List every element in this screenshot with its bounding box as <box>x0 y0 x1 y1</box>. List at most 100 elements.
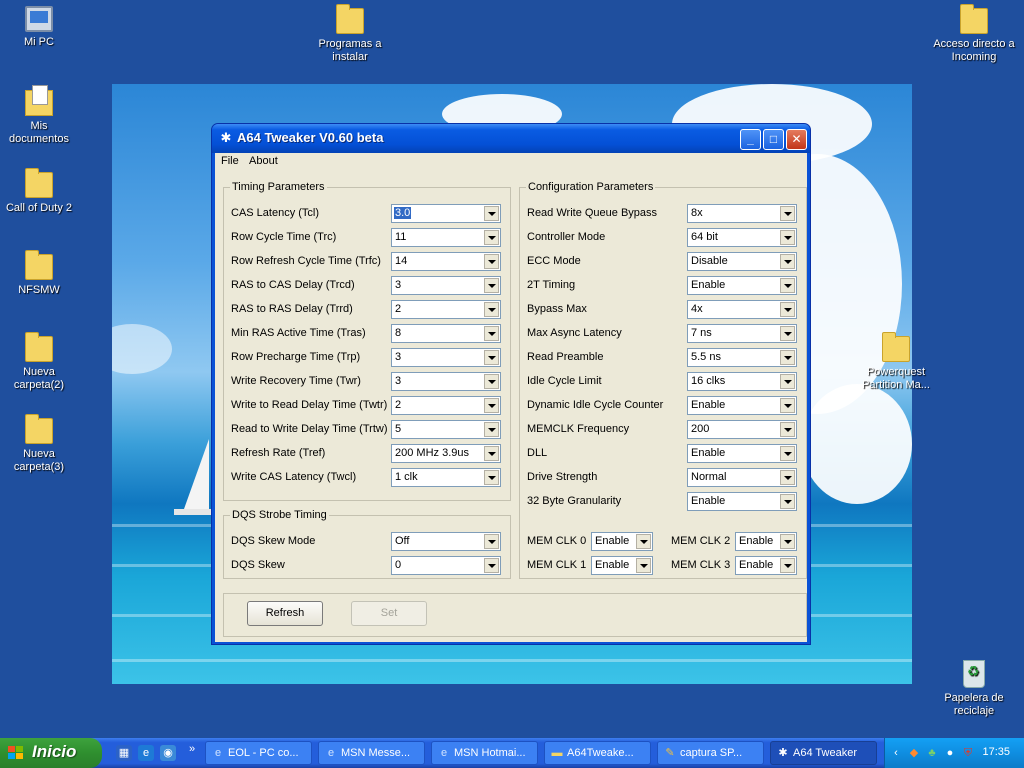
close-button[interactable]: ✕ <box>786 129 807 150</box>
tray-panda-icon[interactable]: ● <box>943 746 957 760</box>
timing-param-dropdown[interactable]: 8 <box>391 324 501 343</box>
chevron-down-icon[interactable] <box>484 422 499 437</box>
chevron-down-icon[interactable] <box>780 254 795 269</box>
chevron-down-icon[interactable] <box>780 534 795 549</box>
chevron-down-icon[interactable] <box>484 470 499 485</box>
config-param-dropdown[interactable]: 200 <box>687 420 797 439</box>
desktop-icon-nueva-carpeta-3[interactable]: Nueva carpeta(3) <box>0 414 79 474</box>
config-param-dropdown[interactable]: 64 bit <box>687 228 797 247</box>
timing-param-dropdown[interactable]: 3 <box>391 372 501 391</box>
config-param-label: Controller Mode <box>527 231 606 243</box>
chevron-down-icon[interactable] <box>484 302 499 317</box>
memclk-dropdown[interactable]: Enable <box>591 532 653 551</box>
timing-param-dropdown[interactable]: 200 MHz 3.9us <box>391 444 501 463</box>
chevron-down-icon[interactable] <box>484 558 499 573</box>
config-param-dropdown[interactable]: Enable <box>687 492 797 511</box>
config-param-dropdown[interactable]: Normal <box>687 468 797 487</box>
config-param-dropdown[interactable]: 7 ns <box>687 324 797 343</box>
timing-param-dropdown[interactable]: 14 <box>391 252 501 271</box>
chevron-down-icon[interactable] <box>780 422 795 437</box>
dqs-param-dropdown[interactable]: 0 <box>391 556 501 575</box>
show-desktop-icon[interactable]: ▦ <box>116 745 132 761</box>
chevron-down-icon[interactable] <box>484 398 499 413</box>
config-param-dropdown[interactable]: 8x <box>687 204 797 223</box>
timing-param-dropdown[interactable]: 2 <box>391 300 501 319</box>
timing-param-dropdown[interactable]: 5 <box>391 420 501 439</box>
desktop-icon-powerquest[interactable]: Powerquest Partition Ma... <box>854 332 938 392</box>
chevron-down-icon[interactable] <box>780 326 795 341</box>
timing-param-dropdown[interactable]: 11 <box>391 228 501 247</box>
timing-param-dropdown[interactable]: 2 <box>391 396 501 415</box>
tray-expand-icon[interactable]: ‹ <box>889 746 903 760</box>
chevron-down-icon[interactable] <box>780 446 795 461</box>
maximize-button[interactable]: □ <box>763 129 784 150</box>
minimize-button[interactable]: _ <box>740 129 761 150</box>
chevron-down-icon[interactable] <box>484 350 499 365</box>
taskbar-item[interactable]: e MSN Hotmai... <box>431 741 538 765</box>
tray-network-icon[interactable]: ♣ <box>925 746 939 760</box>
menu-file[interactable]: File <box>221 155 239 167</box>
desktop-icon-programas-a-instalar[interactable]: Programas a instalar <box>310 4 390 64</box>
quicklaunch-more-icon[interactable]: » <box>184 741 200 757</box>
config-param-dropdown[interactable]: 4x <box>687 300 797 319</box>
chevron-down-icon[interactable] <box>484 374 499 389</box>
set-button[interactable]: Set <box>351 601 427 626</box>
timing-param-dropdown[interactable]: 3 <box>391 348 501 367</box>
taskbar-item[interactable]: e MSN Messe... <box>318 741 425 765</box>
config-param-dropdown[interactable]: Enable <box>687 396 797 415</box>
window-titlebar[interactable]: ✱ A64 Tweaker V0.60 beta _ □ ✕ <box>212 124 810 153</box>
taskbar: Inicio ▦ e ◉ » e EOL - PC co... e MSN Me… <box>0 738 1024 768</box>
timing-param-dropdown[interactable]: 1 clk <box>391 468 501 487</box>
desktop-icon-nfsmw[interactable]: NFSMW <box>0 250 79 297</box>
memclk-dropdown[interactable]: Enable <box>591 556 653 575</box>
taskbar-item[interactable]: ▬ A64Tweake... <box>544 741 651 765</box>
chevron-down-icon[interactable] <box>484 446 499 461</box>
config-param-dropdown[interactable]: 16 clks <box>687 372 797 391</box>
chevron-down-icon[interactable] <box>780 470 795 485</box>
taskbar-item[interactable]: ✎ captura SP... <box>657 741 764 765</box>
desktop-icon-mi-pc[interactable]: Mi PC <box>0 6 79 49</box>
config-param-dropdown[interactable]: Enable <box>687 276 797 295</box>
memclk-dropdown[interactable]: Enable <box>735 532 797 551</box>
desktop-icon-acceso-directo-incoming[interactable]: Acceso directo a Incoming <box>932 4 1016 64</box>
chevron-down-icon[interactable] <box>780 230 795 245</box>
timing-param-dropdown[interactable]: 3 <box>391 276 501 295</box>
desktop-icon-call-of-duty-2[interactable]: Call of Duty 2 <box>0 168 79 215</box>
media-icon[interactable]: ◉ <box>160 745 176 761</box>
memclk-dropdown[interactable]: Enable <box>735 556 797 575</box>
chevron-down-icon[interactable] <box>780 398 795 413</box>
desktop-icon-papelera[interactable]: Papelera de reciclaje <box>934 660 1014 718</box>
config-param-dropdown[interactable]: Enable <box>687 444 797 463</box>
chevron-down-icon[interactable] <box>484 254 499 269</box>
chevron-down-icon[interactable] <box>484 206 499 221</box>
chevron-down-icon[interactable] <box>484 278 499 293</box>
chevron-down-icon[interactable] <box>636 558 651 573</box>
config-param-dropdown[interactable]: 5.5 ns <box>687 348 797 367</box>
chevron-down-icon[interactable] <box>780 350 795 365</box>
start-button[interactable]: Inicio <box>0 738 102 768</box>
tray-app-icon[interactable]: ◆ <box>907 746 921 760</box>
refresh-button[interactable]: Refresh <box>247 601 323 626</box>
tray-shield-icon[interactable]: ⛨ <box>961 746 975 760</box>
chevron-down-icon[interactable] <box>780 278 795 293</box>
menu-about[interactable]: About <box>249 155 278 167</box>
chevron-down-icon[interactable] <box>484 230 499 245</box>
chevron-down-icon[interactable] <box>780 494 795 509</box>
chevron-down-icon[interactable] <box>780 558 795 573</box>
taskbar-item[interactable]: e EOL - PC co... <box>205 741 312 765</box>
chevron-down-icon[interactable] <box>780 206 795 221</box>
config-param-dropdown[interactable]: Disable <box>687 252 797 271</box>
chevron-down-icon[interactable] <box>780 374 795 389</box>
dropdown-value: 3.0 <box>394 207 412 219</box>
internet-explorer-icon[interactable]: e <box>138 745 154 761</box>
chevron-down-icon[interactable] <box>484 534 499 549</box>
taskbar-item-active[interactable]: ✱ A64 Tweaker <box>770 741 877 765</box>
chevron-down-icon[interactable] <box>780 302 795 317</box>
desktop-icon-mis-documentos[interactable]: Mis documentos <box>0 85 79 146</box>
timing-param-dropdown[interactable]: 3.0 <box>391 204 501 223</box>
desktop-icon-nueva-carpeta-2[interactable]: Nueva carpeta(2) <box>0 332 79 392</box>
dqs-param-dropdown[interactable]: Off <box>391 532 501 551</box>
dropdown-value: 8x <box>691 207 703 219</box>
chevron-down-icon[interactable] <box>636 534 651 549</box>
chevron-down-icon[interactable] <box>484 326 499 341</box>
